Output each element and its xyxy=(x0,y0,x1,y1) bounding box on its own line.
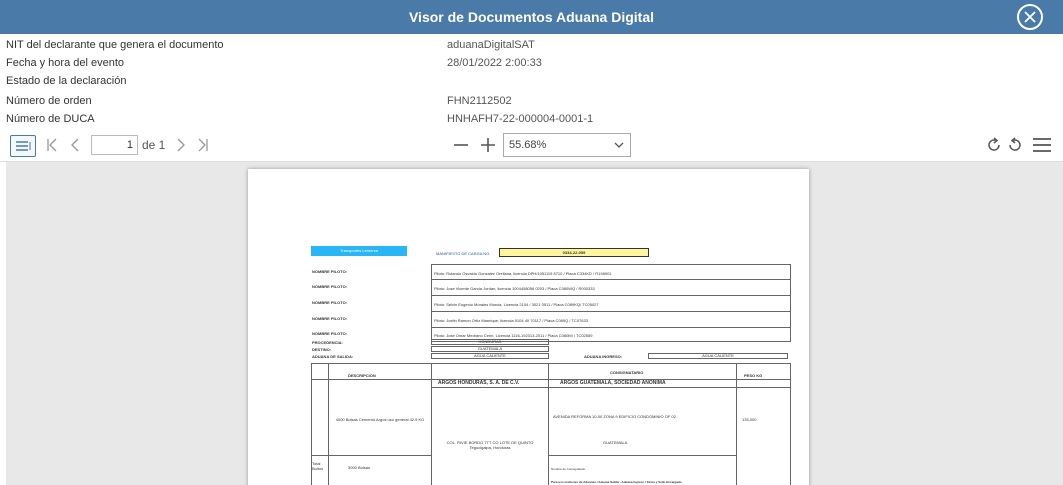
meta-row-estado: Estado de la declaración xyxy=(0,72,1063,90)
more-menu-icon[interactable] xyxy=(1032,136,1052,159)
pilot-1: Piloto: Rolando Osvaldo Gonzalez Orellan… xyxy=(434,271,612,276)
aduana-ingreso-label: ADUANA INGRESO: xyxy=(584,354,623,359)
meta-row-nit: NIT del declarante que genera el documen… xyxy=(0,36,1063,54)
meta-value: aduanaDigitalSAT xyxy=(447,39,535,51)
item-description: 4000 Bolsas Cemento Argos uso general 42… xyxy=(335,417,425,422)
meta-value: 28/01/2022 2:00:33 xyxy=(447,57,542,69)
rotate-ccw-icon[interactable] xyxy=(1007,137,1023,158)
consignee-address: AVENIDA REFORMA 10-00 ZONA 9 EDIFICIO CO… xyxy=(553,414,676,419)
document-page: Transportes Lemersa MANIFIESTO DE CARGA … xyxy=(248,169,809,485)
close-icon[interactable] xyxy=(1017,4,1043,30)
pilot-label: NOMBRE PILOTO: xyxy=(312,331,348,336)
last-page-icon[interactable] xyxy=(197,138,209,157)
meta-row-fecha: Fecha y hora del evento 28/01/2022 2:00:… xyxy=(0,54,1063,72)
next-page-icon[interactable] xyxy=(176,138,186,157)
sidebar-toggle-icon[interactable] xyxy=(10,135,36,157)
zoom-value: 55.68% xyxy=(509,139,547,151)
meta-label: NIT del declarante que genera el documen… xyxy=(6,39,224,51)
pilot-label: NOMBRE PILOTO: xyxy=(312,300,348,305)
document-metadata: NIT del declarante que genera el documen… xyxy=(0,34,1063,129)
meta-row-duca: Número de DUCA HNHAFH7-22-000004-0001-1 xyxy=(0,110,1063,128)
aduana-salida-value: AGUA CALIENTE xyxy=(474,353,506,358)
meta-value: HNHAFH7-22-000004-0001-1 xyxy=(447,113,594,125)
manifest-number: 0334-22-059 xyxy=(499,248,649,257)
rotate-cw-icon[interactable] xyxy=(986,137,1002,158)
document-viewer[interactable]: Transportes Lemersa MANIFIESTO DE CARGA … xyxy=(6,162,1063,485)
shipper-address: COL. RIVIE BORDO 7TT CO LOTE DE QUINTO T… xyxy=(446,440,534,450)
pilot-3: Piloto: Selvin Eugenio Morales Murcia, L… xyxy=(434,302,599,307)
page-number-input[interactable]: 1 xyxy=(91,135,138,155)
prev-page-icon[interactable] xyxy=(70,138,80,157)
col-consignatario: CONSIGNATARIO xyxy=(610,370,644,375)
chevron-down-icon xyxy=(614,134,624,164)
meta-label: Número de DUCA xyxy=(6,113,95,125)
footer-line: Para uso exclusivo de Aduanas / Aduana S… xyxy=(551,480,682,484)
consignee-city: GUATEMALA xyxy=(603,440,628,445)
col-descripcion: DESCRIPCION xyxy=(348,373,376,378)
bultos-value: 3000 Bolsas xyxy=(348,465,371,470)
zoom-in-icon[interactable] xyxy=(480,137,496,158)
zoom-out-icon[interactable] xyxy=(453,137,469,158)
procedencia-label: PROCEDENCIA: xyxy=(312,340,343,345)
pilot-label: NOMBRE PILOTO: xyxy=(312,316,348,321)
total-bultos-label: Total Bultos xyxy=(312,461,324,471)
meta-value: FHN2112502 xyxy=(447,95,512,107)
window-title: Visor de Documentos Aduana Digital xyxy=(408,9,655,25)
aduana-ingreso-value: AGUA CALIENTE xyxy=(702,353,734,358)
pilot-2: Piloto: Jose Vicente Garcia Jordan, lice… xyxy=(434,286,595,291)
pilot-label: NOMBRE PILOTO: xyxy=(312,269,348,274)
destino-value: GUATEMALA xyxy=(477,346,503,351)
title-bar: Visor de Documentos Aduana Digital xyxy=(0,0,1063,34)
manifest-label: MANIFIESTO DE CARGA NO. xyxy=(436,251,491,256)
consignee-name: ARGOS GUATEMALA, SOCIEDAD ANONIMA xyxy=(560,380,666,386)
meta-row-orden: Número de orden FHN2112502 xyxy=(0,92,1063,110)
pdf-toolbar: 1 de 1 55.68% xyxy=(0,129,1063,162)
shipper-name: ARGOS HONDURAS, S. A. DE C.V. xyxy=(438,380,520,386)
meta-label: Número de orden xyxy=(6,95,92,107)
pilot-5: Piloto: Jose Omar Medrano Cerin, Licenci… xyxy=(434,333,593,338)
aduana-salida-label: ADUANA DE SALIDA: xyxy=(312,354,354,359)
first-page-icon[interactable] xyxy=(46,138,58,157)
carrier-header: Transportes Lemersa xyxy=(311,246,407,256)
procedencia-value: HONDURAS xyxy=(478,339,502,344)
peso-value: 135,000 xyxy=(742,417,757,422)
page-total-label: de 1 xyxy=(142,138,166,152)
zoom-select[interactable]: 55.68% xyxy=(503,133,631,157)
meta-label: Fecha y hora del evento xyxy=(6,57,125,69)
col-peso: PESO KG xyxy=(744,373,763,378)
pilot-4: Piloto: Joelin Ramon Ortiz Manrique, lic… xyxy=(434,318,588,323)
meta-label: Estado de la declaración xyxy=(6,75,127,87)
destino-label: DESTINO: xyxy=(312,347,332,352)
footer-note: Nombre de Consignatario xyxy=(551,467,586,471)
pilot-label: NOMBRE PILOTO: xyxy=(312,284,348,289)
